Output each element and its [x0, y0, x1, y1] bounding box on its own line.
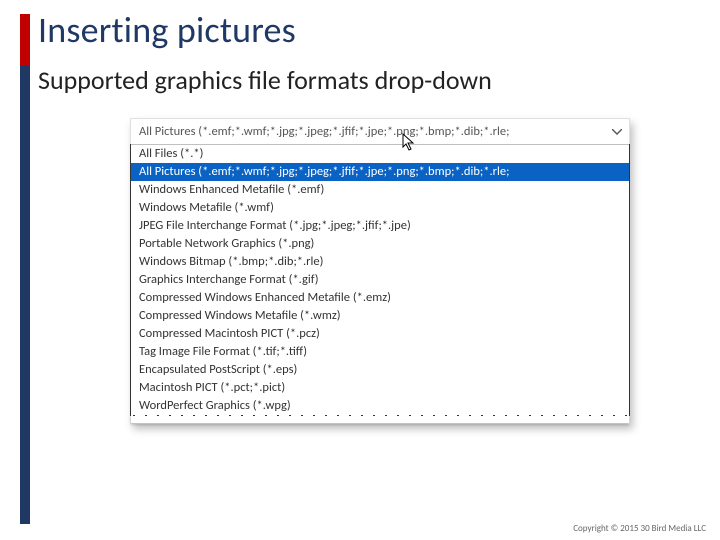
dropdown-item[interactable]: All Files (*.*): [131, 145, 629, 163]
dropdown-item[interactable]: Windows Bitmap (*.bmp;*.dib;*.rle): [131, 253, 629, 271]
torn-edge-decoration: [131, 415, 629, 423]
dropdown-item[interactable]: Compressed Windows Metafile (*.wmz): [131, 307, 629, 325]
chevron-down-icon[interactable]: [609, 124, 625, 140]
slide-content: Inserting pictures Supported graphics fi…: [38, 8, 708, 424]
dropdown-item[interactable]: Macintosh PICT (*.pct;*.pict): [131, 379, 629, 397]
page-title: Inserting pictures: [38, 8, 708, 52]
dropdown-item[interactable]: All Pictures (*.emf;*.wmf;*.jpg;*.jpeg;*…: [131, 163, 629, 181]
accent-bar: [20, 14, 30, 524]
dropdown-item[interactable]: Graphics Interchange Format (*.gif): [131, 271, 629, 289]
page-subtitle: Supported graphics file formats drop-dow…: [38, 64, 708, 96]
copyright-footer: Copyright © 2015 30 Bird Media LLC: [573, 523, 706, 534]
dropdown-item[interactable]: Windows Enhanced Metafile (*.emf): [131, 181, 629, 199]
file-format-dropdown[interactable]: All Pictures (*.emf;*.wmf;*.jpg;*.jpeg;*…: [130, 118, 630, 424]
dropdown-list[interactable]: All Files (*.*)All Pictures (*.emf;*.wmf…: [130, 144, 630, 416]
dropdown-item[interactable]: Compressed Macintosh PICT (*.pcz): [131, 325, 629, 343]
dropdown-item[interactable]: Encapsulated PostScript (*.eps): [131, 361, 629, 379]
dropdown-item[interactable]: Tag Image File Format (*.tif;*.tiff): [131, 343, 629, 361]
dropdown-item[interactable]: Portable Network Graphics (*.png): [131, 235, 629, 253]
dropdown-item[interactable]: JPEG File Interchange Format (*.jpg;*.jp…: [131, 217, 629, 235]
dropdown-item[interactable]: Compressed Windows Enhanced Metafile (*.…: [131, 289, 629, 307]
dropdown-item[interactable]: Windows Metafile (*.wmf): [131, 199, 629, 217]
dropdown-item[interactable]: WordPerfect Graphics (*.wpg): [131, 397, 629, 415]
dropdown-header[interactable]: All Pictures (*.emf;*.wmf;*.jpg;*.jpeg;*…: [131, 119, 629, 145]
dropdown-selected-text: All Pictures (*.emf;*.wmf;*.jpg;*.jpeg;*…: [139, 124, 609, 139]
